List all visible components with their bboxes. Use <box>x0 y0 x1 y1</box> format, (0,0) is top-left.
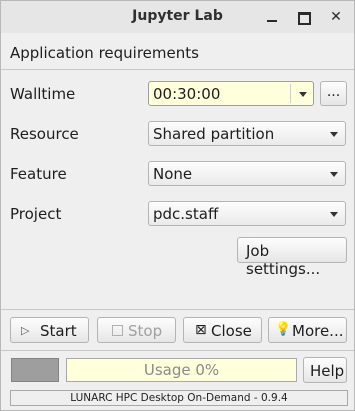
maximize-icon[interactable] <box>293 6 315 28</box>
lightbulb-icon: 💡 <box>275 322 292 337</box>
stop-button[interactable]: Stop <box>97 317 176 343</box>
section-title: Application requirements <box>10 44 199 62</box>
divider <box>1 69 354 70</box>
resource-value: Shared partition <box>153 125 275 143</box>
play-icon: ▷ <box>21 324 30 337</box>
app-window: Jupyter Lab ✕ Application requirements W… <box>0 0 355 411</box>
more-button[interactable]: 💡 More... <box>268 317 347 343</box>
project-select[interactable]: pdc.staff <box>148 201 346 226</box>
walltime-label: Walltime <box>10 85 76 103</box>
chevron-down-icon[interactable] <box>299 92 307 97</box>
walltime-value[interactable]: 00:30:00 <box>153 85 220 103</box>
x-icon: ⊠ <box>195 322 207 338</box>
chevron-down-icon <box>330 172 338 177</box>
close-button[interactable]: ⊠ Close <box>183 317 262 343</box>
feature-label: Feature <box>10 165 67 183</box>
job-settings-button[interactable]: Job settings... <box>237 237 347 278</box>
resource-label: Resource <box>10 125 79 143</box>
walltime-browse-button[interactable]: ... <box>320 81 347 106</box>
usage-text: Usage 0% <box>143 361 220 379</box>
walltime-field[interactable]: 00:30:00 <box>148 81 314 106</box>
chevron-down-icon <box>330 132 338 137</box>
status-indicator <box>11 358 59 382</box>
version-footer: LUNARC HPC Desktop On-Demand - 0.9.4 <box>10 390 348 406</box>
chevron-down-icon <box>330 212 338 217</box>
feature-value: None <box>153 165 193 183</box>
help-button[interactable]: Help <box>303 357 347 383</box>
close-icon[interactable]: ✕ <box>325 6 347 28</box>
divider <box>1 350 354 351</box>
divider <box>1 309 354 310</box>
project-label: Project <box>10 205 62 223</box>
start-button[interactable]: ▷ Start <box>10 317 89 343</box>
usage-progress-bar: Usage 0% <box>66 358 297 382</box>
feature-select[interactable]: None <box>148 161 346 186</box>
title-bar[interactable]: Jupyter Lab ✕ <box>1 1 354 33</box>
resource-select[interactable]: Shared partition <box>148 121 346 146</box>
project-value: pdc.staff <box>153 205 219 223</box>
stop-icon <box>112 325 123 336</box>
minimize-icon[interactable] <box>261 6 283 28</box>
